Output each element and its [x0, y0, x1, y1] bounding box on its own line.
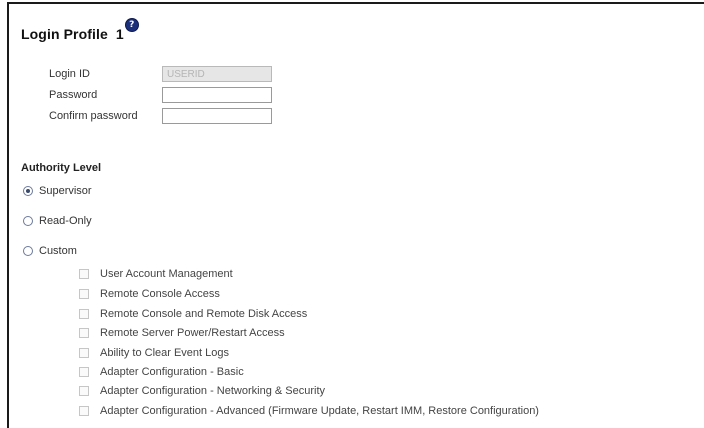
login-profile-panel: Login Profile 1 ? Login ID Password Conf… [7, 2, 704, 428]
permission-adapter-config-advanced[interactable]: Adapter Configuration - Advanced (Firmwa… [79, 403, 539, 419]
password-label: Password [49, 89, 98, 101]
password-row: Password [49, 85, 272, 105]
permission-checkbox[interactable] [79, 367, 89, 377]
permission-label: Remote Server Power/Restart Access [100, 327, 285, 339]
login-id-field [162, 66, 272, 82]
supervisor-radio[interactable] [23, 186, 33, 196]
confirm-password-row: Confirm password [49, 106, 272, 126]
confirm-password-field[interactable] [162, 108, 272, 124]
permission-label: Adapter Configuration - Networking & Sec… [100, 385, 325, 397]
permission-label: Remote Console Access [100, 288, 220, 300]
permission-label: User Account Management [100, 268, 233, 280]
page-title: Login Profile 1 [21, 26, 124, 42]
custom-radio-option[interactable]: Custom [23, 245, 77, 257]
permission-label: Adapter Configuration - Advanced (Firmwa… [100, 405, 539, 417]
permission-remote-server-power-restart[interactable]: Remote Server Power/Restart Access [79, 325, 285, 341]
supervisor-label: Supervisor [39, 185, 92, 197]
permission-adapter-config-networking-security[interactable]: Adapter Configuration - Networking & Sec… [79, 383, 325, 399]
permission-checkbox[interactable] [79, 386, 89, 396]
authority-level-heading: Authority Level [21, 162, 102, 174]
login-id-row: Login ID [49, 64, 272, 84]
permission-label: Ability to Clear Event Logs [100, 347, 230, 359]
permission-checkbox[interactable] [79, 328, 89, 338]
permission-checkbox[interactable] [79, 348, 89, 358]
login-id-label: Login ID [49, 68, 90, 80]
read-only-label: Read-Only [39, 215, 92, 227]
profile-header: Login Profile 1 ? [21, 19, 138, 42]
permission-label: Remote Console and Remote Disk Access [100, 308, 308, 320]
supervisor-radio-option[interactable]: Supervisor [23, 185, 92, 197]
page-title-text: Login Profile [21, 26, 108, 42]
permission-user-account-management[interactable]: User Account Management [79, 266, 233, 282]
permission-label: Adapter Configuration - Basic [100, 366, 244, 378]
permission-remote-console-disk-access[interactable]: Remote Console and Remote Disk Access [79, 306, 307, 322]
read-only-radio-option[interactable]: Read-Only [23, 215, 92, 227]
permission-checkbox[interactable] [79, 289, 89, 299]
permission-adapter-config-basic[interactable]: Adapter Configuration - Basic [79, 364, 244, 380]
confirm-password-label: Confirm password [49, 110, 138, 122]
permission-checkbox[interactable] [79, 269, 89, 279]
password-field[interactable] [162, 87, 272, 103]
custom-radio[interactable] [23, 246, 33, 256]
custom-label: Custom [39, 245, 77, 257]
profile-number: 1 [115, 26, 124, 42]
permission-clear-event-logs[interactable]: Ability to Clear Event Logs [79, 345, 229, 361]
read-only-radio[interactable] [23, 216, 33, 226]
permission-checkbox[interactable] [79, 309, 89, 319]
help-icon[interactable]: ? [125, 19, 138, 31]
permission-checkbox[interactable] [79, 406, 89, 416]
permission-remote-console-access[interactable]: Remote Console Access [79, 286, 220, 302]
